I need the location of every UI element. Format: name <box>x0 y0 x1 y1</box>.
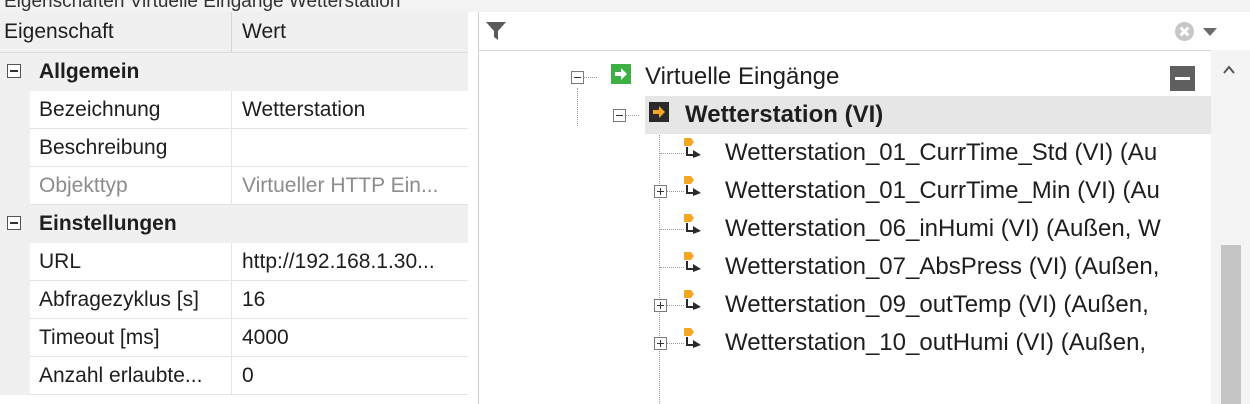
property-row-timeout[interactable]: Timeout [ms] 4000 <box>0 319 468 357</box>
filter-bar[interactable] <box>479 12 1250 51</box>
property-row-beschreibung[interactable]: Beschreibung <box>0 129 468 167</box>
header-value[interactable]: Wert <box>242 12 286 52</box>
filter-input[interactable] <box>515 18 1169 46</box>
collapse-minus-icon[interactable] <box>571 71 584 84</box>
expand-plus-icon[interactable] <box>654 337 667 350</box>
property-value[interactable]: Wetterstation <box>242 91 365 129</box>
tree-node-item[interactable]: Wetterstation_09_outTemp (VI) (Außen, <box>725 286 1149 324</box>
property-row-abfragezyklus[interactable]: Abfragezyklus [s] 16 <box>0 281 468 319</box>
collapse-minus-icon[interactable] <box>7 216 21 230</box>
expand-plus-icon[interactable] <box>654 299 667 312</box>
black-input-icon <box>649 102 669 122</box>
property-row-bezeichnung[interactable]: Bezeichnung Wetterstation <box>0 91 468 129</box>
top-tab-strip: Eigenschaften Virtuelle Eingänge Wetters… <box>0 0 1250 12</box>
variable-icon <box>684 328 701 348</box>
tree-node-item[interactable]: Wetterstation_01_CurrTime_Min (VI) (Au <box>725 172 1160 210</box>
filter-icon[interactable] <box>485 20 507 42</box>
category-label: Einstellungen <box>39 212 177 235</box>
filter-dropdown-icon[interactable] <box>1203 28 1217 36</box>
green-input-icon <box>611 64 631 84</box>
header-property[interactable]: Eigenschaft <box>4 12 114 52</box>
property-name: Beschreibung <box>39 136 168 159</box>
top-fragment: Eigenschaften Virtuelle Eingänge Wetters… <box>4 0 401 12</box>
expand-plus-icon[interactable] <box>654 185 667 198</box>
property-name: URL <box>39 250 82 273</box>
vertical-scrollbar[interactable] <box>1211 50 1250 404</box>
property-name: Anzahl erlaubte... <box>39 364 203 387</box>
property-value[interactable]: http://192.168.1.30... <box>242 243 435 281</box>
tree-node-item[interactable]: Wetterstation_10_outHumi (VI) (Außen, <box>725 324 1146 362</box>
property-name: Objekttyp <box>39 174 128 197</box>
property-grid-header: Eigenschaft Wert <box>0 12 468 53</box>
property-row-objekttyp[interactable]: Objekttyp Virtueller HTTP Ein... <box>0 167 468 205</box>
property-row-anzahl[interactable]: Anzahl erlaubte... 0 <box>0 357 468 395</box>
header-divider[interactable] <box>231 12 232 52</box>
property-grid: Eigenschaft Wert Allgemein Bezeichnung W… <box>0 12 468 404</box>
variable-icon <box>684 252 701 272</box>
tree-panel: Virtuelle Eingänge Wetterstation (VI) We… <box>478 12 1250 404</box>
property-row-url[interactable]: URL http://192.168.1.30... <box>0 243 468 281</box>
tree-node-item[interactable]: Wetterstation_01_CurrTime_Std (VI) (Au <box>725 134 1157 172</box>
scrollbar-thumb[interactable] <box>1221 245 1241 404</box>
property-name: Timeout [ms] <box>39 326 160 349</box>
property-value[interactable]: 4000 <box>242 319 289 357</box>
tree-node-virtuelle-eingaenge[interactable]: Virtuelle Eingänge <box>645 58 839 96</box>
variable-icon <box>684 176 701 196</box>
tree-node-item[interactable]: Wetterstation_07_AbsPress (VI) (Außen, <box>725 248 1159 286</box>
variable-icon <box>684 138 701 158</box>
collapse-minus-icon[interactable] <box>613 109 626 122</box>
variable-icon <box>684 214 701 234</box>
category-einstellungen[interactable]: Einstellungen <box>0 205 468 243</box>
tree-node-wetterstation[interactable]: Wetterstation (VI) <box>685 96 883 134</box>
property-value[interactable]: 0 <box>242 357 254 395</box>
category-label: Allgemein <box>39 60 140 83</box>
tree-view[interactable]: Virtuelle Eingänge Wetterstation (VI) We… <box>479 50 1211 404</box>
property-value[interactable]: 16 <box>242 281 265 319</box>
category-allgemein[interactable]: Allgemein <box>0 53 468 91</box>
property-name: Abfragezyklus [s] <box>39 288 199 311</box>
property-value: Virtueller HTTP Ein... <box>242 174 439 197</box>
tree-node-item[interactable]: Wetterstation_06_inHumi (VI) (Außen, W <box>725 210 1161 248</box>
property-name: Bezeichnung <box>39 98 161 121</box>
collapse-minus-icon[interactable] <box>7 64 21 78</box>
chevron-up-icon[interactable] <box>1223 64 1235 76</box>
variable-icon <box>684 290 701 310</box>
collapse-all-icon[interactable] <box>1170 66 1195 91</box>
clear-filter-icon[interactable] <box>1175 22 1194 41</box>
